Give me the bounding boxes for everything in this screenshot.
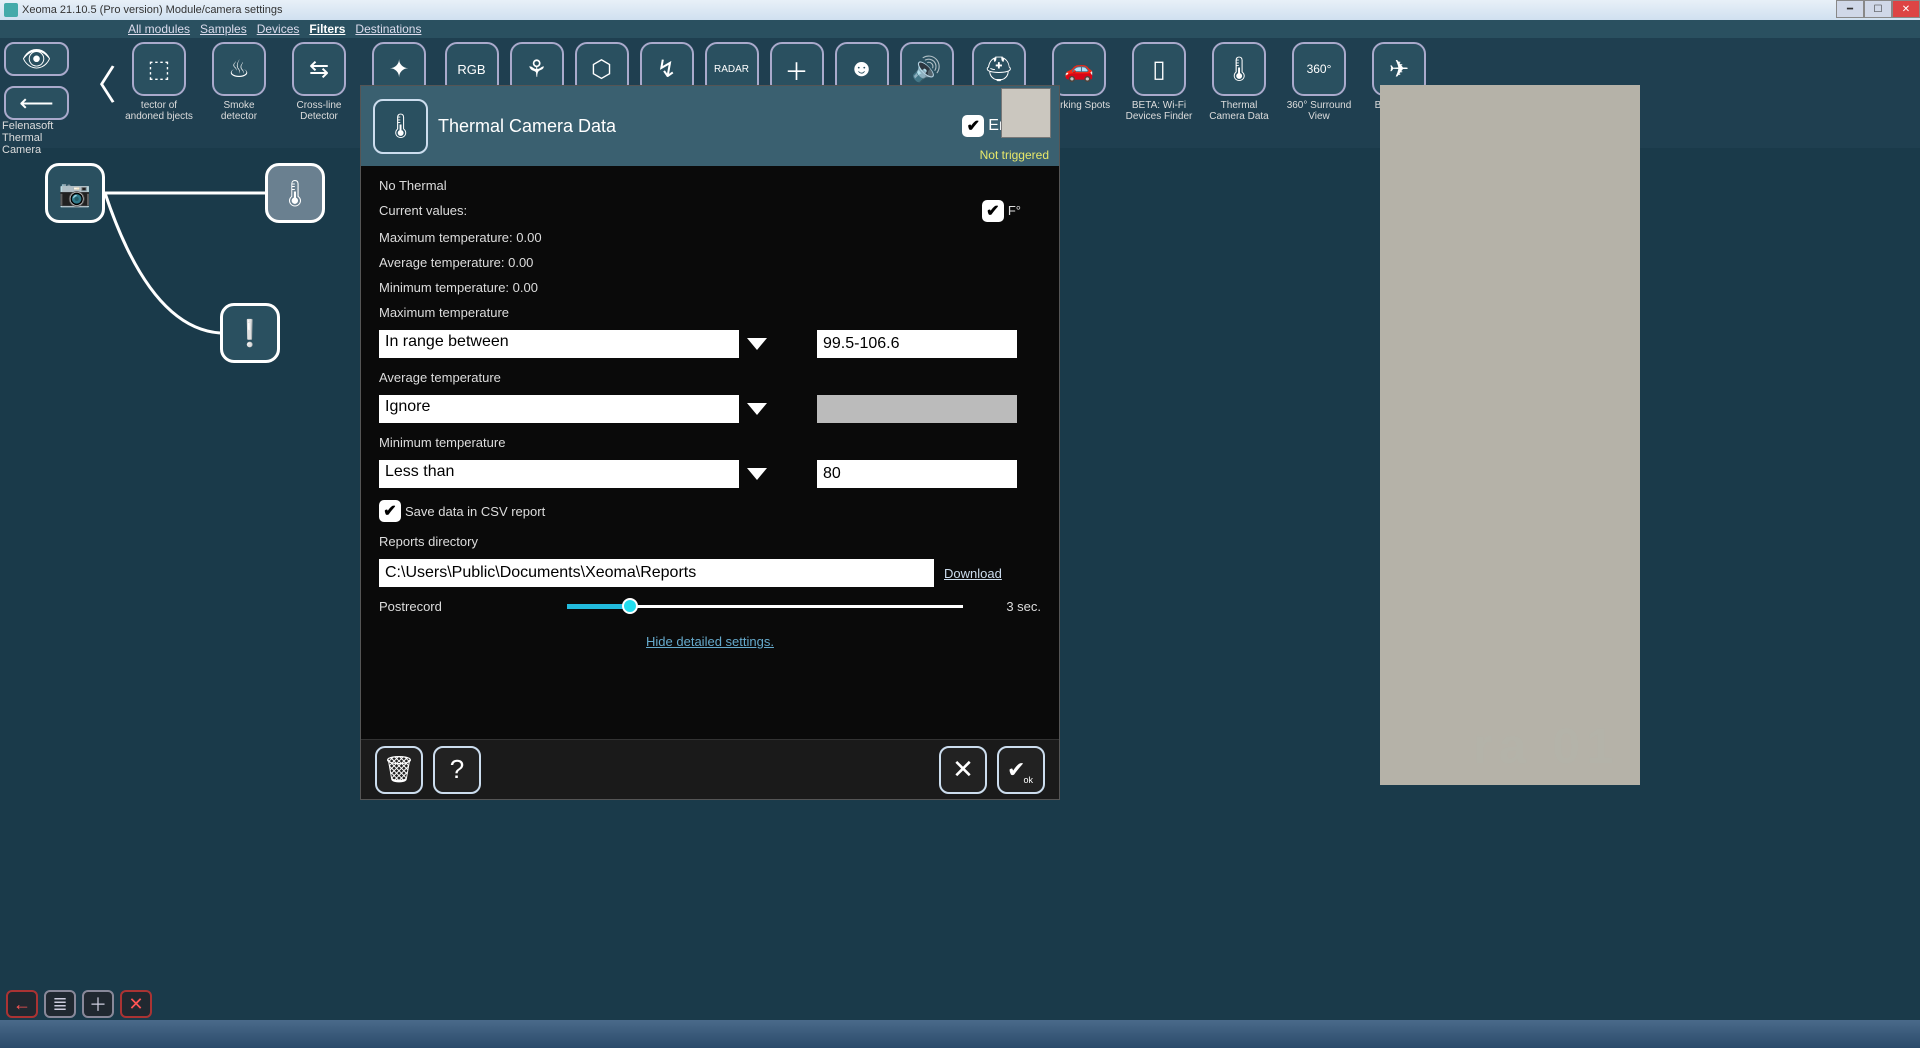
- menu-destinations[interactable]: Destinations: [355, 22, 421, 36]
- list-button[interactable]: ≣: [44, 990, 76, 1018]
- min-temp-mode-select[interactable]: Less than: [379, 460, 739, 488]
- add-button[interactable]: ＋: [82, 990, 114, 1018]
- dialog-thermal-icon: 🌡: [373, 99, 428, 154]
- app-icon: [4, 3, 18, 17]
- camera-watermark: ra 01: [1473, 717, 1620, 775]
- back-arrow-icon[interactable]: ⟵: [4, 86, 69, 120]
- module-thermal-camera[interactable]: 🌡Thermal Camera Data: [1204, 42, 1274, 122]
- avg-temp-current: Average temperature: 0.00: [379, 255, 1041, 270]
- no-thermal-label: No Thermal: [379, 178, 1041, 193]
- download-link[interactable]: Download: [944, 566, 1002, 581]
- menu-devices[interactable]: Devices: [257, 22, 300, 36]
- dialog-footer: 🗑 ? ✕ ✔ok: [361, 739, 1059, 799]
- enabled-checkbox[interactable]: ✔: [962, 115, 984, 137]
- avg-temp-header: Average temperature: [379, 370, 1041, 385]
- min-temp-value-input[interactable]: [817, 460, 1017, 488]
- close-button[interactable]: ✕: [120, 990, 152, 1018]
- box-icon: ⬚: [132, 42, 186, 96]
- window-close-button[interactable]: ✕: [1892, 0, 1920, 18]
- hide-detailed-link[interactable]: Hide detailed settings.: [379, 634, 1041, 649]
- min-temp-current: Minimum temperature: 0.00: [379, 280, 1041, 295]
- chevron-down-icon[interactable]: [747, 468, 767, 480]
- dialog-body: No Thermal Current values: ✔ F° Maximum …: [361, 166, 1059, 739]
- postrecord-label: Postrecord: [379, 599, 549, 614]
- trigger-status: Not triggered: [980, 148, 1049, 162]
- toolbar-prev-icon[interactable]: 〈: [79, 42, 114, 122]
- max-temp-header: Maximum temperature: [379, 305, 1041, 320]
- thermal-icon: 🌡: [1212, 42, 1266, 96]
- module-abandoned-objects[interactable]: ⬚tector of andoned bjects: [124, 42, 194, 122]
- reports-dir-label: Reports directory: [379, 534, 1041, 549]
- menu-samples[interactable]: Samples: [200, 22, 247, 36]
- fahrenheit-label: F°: [1008, 203, 1021, 218]
- module-smoke-detector[interactable]: ♨Smoke detector: [204, 42, 274, 122]
- max-temp-value-input[interactable]: [817, 330, 1017, 358]
- dialog-header: 🌡 Thermal Camera Data ✔ Enabled Not trig…: [361, 86, 1059, 166]
- chevron-down-icon[interactable]: [747, 338, 767, 350]
- preview-thumbnail: [1001, 88, 1051, 138]
- save-csv-checkbox[interactable]: ✔: [379, 500, 401, 522]
- thermal-camera-dialog: 🌡 Thermal Camera Data ✔ Enabled Not trig…: [360, 85, 1060, 800]
- reports-dir-input[interactable]: [379, 559, 934, 587]
- app-bottom-bar: ← ≣ ＋ ✕: [6, 990, 152, 1018]
- windows-taskbar[interactable]: [0, 1020, 1920, 1048]
- max-temp-current: Maximum temperature: 0.00: [379, 230, 1041, 245]
- chevron-down-icon[interactable]: [747, 403, 767, 415]
- module-crossline-detector[interactable]: ⇆Cross-line Detector: [284, 42, 354, 122]
- menu-filters[interactable]: Filters: [309, 22, 345, 36]
- postrecord-slider[interactable]: [567, 605, 963, 608]
- eye-icon[interactable]: 👁: [4, 42, 69, 76]
- back-button[interactable]: ←: [6, 990, 38, 1018]
- delete-button[interactable]: 🗑: [375, 746, 423, 794]
- graph-alert-node[interactable]: ❕: [220, 303, 280, 363]
- menu-all-modules[interactable]: All modules: [128, 22, 190, 36]
- fire-icon: ♨: [212, 42, 266, 96]
- cancel-button[interactable]: ✕: [939, 746, 987, 794]
- slider-thumb[interactable]: [622, 598, 638, 614]
- current-values-label: Current values:: [379, 203, 467, 218]
- module-graph: 📷 🌡 ❕: [0, 148, 360, 748]
- avg-temp-mode-select[interactable]: Ignore: [379, 395, 739, 423]
- phone-icon: ▯: [1132, 42, 1186, 96]
- save-csv-label: Save data in CSV report: [405, 504, 545, 519]
- surround-icon: 360°: [1292, 42, 1346, 96]
- min-temp-header: Minimum temperature: [379, 435, 1041, 450]
- crossline-icon: ⇆: [292, 42, 346, 96]
- graph-camera-node[interactable]: 📷: [45, 163, 105, 223]
- window-minimize-button[interactable]: ━: [1836, 0, 1864, 18]
- module-360-surround[interactable]: 360°360° Surround View: [1284, 42, 1354, 122]
- avg-temp-value-input: [817, 395, 1017, 423]
- ok-button[interactable]: ✔ok: [997, 746, 1045, 794]
- window-titlebar: Xeoma 21.10.5 (Pro version) Module/camer…: [0, 0, 1920, 20]
- graph-thermal-node[interactable]: 🌡: [265, 163, 325, 223]
- window-title: Xeoma 21.10.5 (Pro version) Module/camer…: [22, 4, 282, 16]
- window-maximize-button[interactable]: ☐: [1864, 0, 1892, 18]
- camera-preview-background: ra 01: [1380, 85, 1640, 785]
- fahrenheit-checkbox[interactable]: ✔: [982, 200, 1004, 222]
- postrecord-value: 3 sec.: [981, 599, 1041, 614]
- module-wifi-finder[interactable]: ▯BETA: Wi-Fi Devices Finder: [1124, 42, 1194, 122]
- max-temp-mode-select[interactable]: In range between: [379, 330, 739, 358]
- help-button[interactable]: ?: [433, 746, 481, 794]
- dialog-title: Thermal Camera Data: [438, 116, 952, 137]
- car-icon: 🚗: [1052, 42, 1106, 96]
- menubar: All modules Samples Devices Filters Dest…: [0, 20, 1920, 38]
